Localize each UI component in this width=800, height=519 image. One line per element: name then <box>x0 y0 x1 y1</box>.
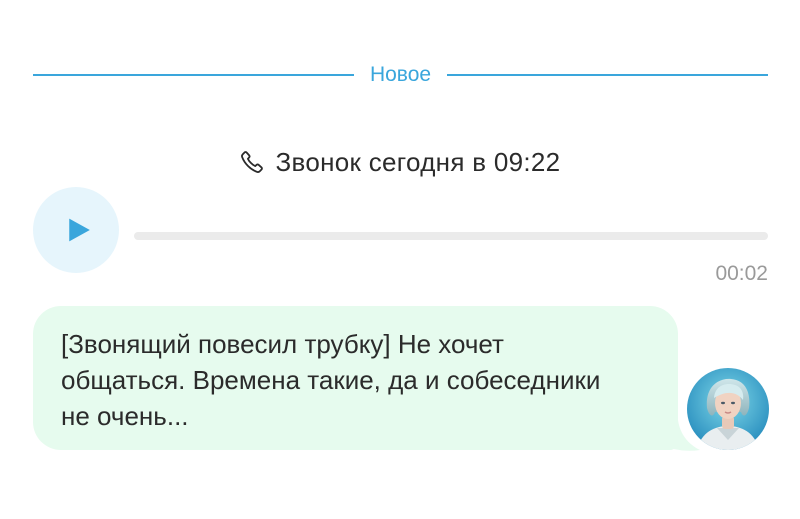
message-bubble: [Звонящий повесил трубку] Не хочет общат… <box>33 306 678 450</box>
message-text: [Звонящий повесил трубку] Не хочет общат… <box>61 329 601 431</box>
call-title: Звонок сегодня в 09:22 <box>275 146 561 177</box>
play-button[interactable] <box>33 187 119 273</box>
new-messages-divider: Новое <box>33 60 768 90</box>
phone-icon <box>240 151 263 173</box>
avatar[interactable] <box>687 368 769 450</box>
audio-progress-bar[interactable] <box>134 232 768 240</box>
audio-duration: 00:02 <box>715 262 768 285</box>
call-header: Звонок сегодня в 09:22 <box>0 142 800 182</box>
divider-line-left <box>33 74 354 76</box>
divider-label: Новое <box>369 63 432 86</box>
avatar-image <box>687 368 769 450</box>
divider-line-right <box>447 74 768 76</box>
play-icon <box>69 218 90 242</box>
